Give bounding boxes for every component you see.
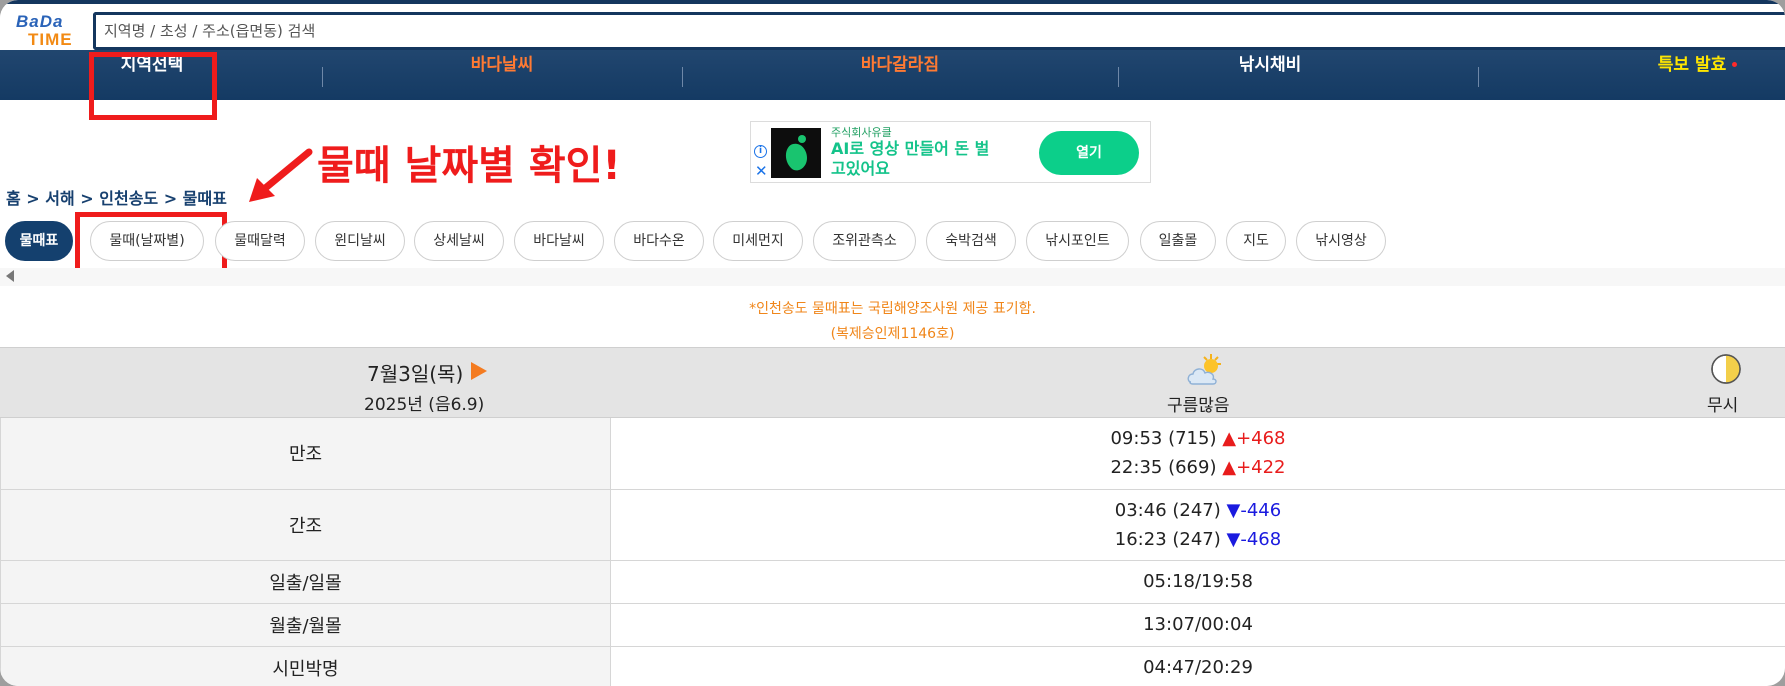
table-row: 시민박명 04:47/20:29 bbox=[0, 646, 1785, 686]
row-label-civil-twilight: 시민박명 bbox=[0, 646, 611, 686]
tab-fishing-point[interactable]: 낚시포인트 bbox=[1026, 221, 1129, 261]
nav-divider bbox=[1478, 67, 1479, 87]
sunrise-sunset-value: 05:18/19:58 bbox=[610, 560, 1785, 604]
logo-line2: TIME bbox=[28, 30, 73, 49]
tab-fishing-video[interactable]: 낚시영상 bbox=[1296, 221, 1386, 261]
notice-license: (복제승인제1146호) bbox=[830, 326, 955, 342]
tide-change: +422 bbox=[1236, 457, 1286, 479]
date-label: 7월3일(목) bbox=[367, 362, 464, 386]
search-box bbox=[93, 12, 1785, 50]
tide-entry: 03:46 (247) ▼-446 bbox=[611, 496, 1785, 525]
notice-source: *인천송도 물때표는 국립해양조사원 제공 표기함. bbox=[749, 301, 1036, 317]
annotation-text: 물때 날짜별 확인! bbox=[317, 143, 621, 189]
tide-entry: 16:23 (247) ▼-468 bbox=[611, 525, 1785, 554]
ad-banner[interactable]: i ✕ 주식회사유클 AI로 영상 만들어 돈 벌고있어요 열기 bbox=[750, 121, 1151, 183]
close-icon[interactable]: ✕ bbox=[755, 162, 768, 180]
tab-lodging-search[interactable]: 숙박검색 bbox=[926, 221, 1016, 261]
down-arrow-icon: ▼ bbox=[1226, 499, 1241, 521]
row-label-high-tide: 만조 bbox=[0, 418, 611, 490]
row-label-moonrise-moonset: 월출/월몰 bbox=[0, 603, 611, 647]
main-nav: 지역선택 바다날씨 바다갈라짐 낚시채비 특보 발효 bbox=[0, 50, 1785, 100]
ad-open-button[interactable]: 열기 bbox=[1039, 131, 1139, 175]
tide-time-level: 09:53 (715) bbox=[1110, 428, 1217, 450]
nav-sea-parting[interactable]: 바다갈라짐 bbox=[830, 50, 970, 100]
table-row: 월출/월몰 13:07/00:04 bbox=[0, 603, 1785, 647]
row-label-low-tide: 간조 bbox=[0, 489, 611, 561]
half-moon-icon bbox=[1711, 354, 1741, 384]
tab-sea-weather[interactable]: 바다날씨 bbox=[514, 221, 604, 261]
civil-twilight-value: 04:47/20:29 bbox=[610, 646, 1785, 686]
table-row: 간조 03:46 (247) ▼-446 16:23 (247) ▼-468 bbox=[0, 489, 1785, 561]
tab-tide-calendar[interactable]: 물때달력 bbox=[215, 221, 305, 261]
tab-tide-by-date[interactable]: 물때(날짜별) bbox=[90, 221, 204, 261]
down-arrow-icon: ▼ bbox=[1226, 528, 1241, 550]
up-arrow-icon: ▲ bbox=[1222, 457, 1237, 479]
weather-label: 구름많음 bbox=[1167, 396, 1230, 416]
alert-dot-icon bbox=[1732, 62, 1737, 67]
nav-divider bbox=[322, 67, 323, 87]
breadcrumb[interactable]: 홈 > 서해 > 인천송도 > 물때표 bbox=[6, 185, 227, 209]
nav-divider bbox=[682, 67, 683, 87]
tide-change: +468 bbox=[1236, 428, 1286, 450]
site-logo[interactable]: BaDa TIME bbox=[14, 12, 84, 50]
top-bar: BaDa TIME bbox=[0, 0, 1785, 50]
ad-advertiser: 주식회사유클 bbox=[831, 126, 892, 139]
high-tide-values: 09:53 (715) ▲+468 22:35 (669) ▲+422 bbox=[610, 418, 1785, 490]
page-frame: BaDa TIME 지역선택 바다날씨 바다갈라짐 낚시채비 특보 발효 물때 … bbox=[0, 0, 1785, 686]
tab-tide-table[interactable]: 물때표 bbox=[5, 221, 73, 261]
nav-sea-weather[interactable]: 바다날씨 bbox=[440, 50, 564, 100]
tide-entry: 09:53 (715) ▲+468 bbox=[611, 424, 1785, 453]
tab-detail-weather[interactable]: 상세날씨 bbox=[414, 221, 504, 261]
info-icon[interactable]: i bbox=[754, 145, 767, 158]
tab-sea-temperature[interactable]: 바다수온 bbox=[614, 221, 704, 261]
nav-fishing-tackle[interactable]: 낚시채비 bbox=[1208, 50, 1332, 100]
search-input[interactable] bbox=[96, 15, 1785, 47]
up-arrow-icon: ▲ bbox=[1222, 428, 1237, 450]
annotation-box-region bbox=[89, 52, 217, 120]
tab-map[interactable]: 지도 bbox=[1226, 221, 1286, 261]
moon-phase-label: 무시 bbox=[1707, 396, 1739, 416]
tab-tide-station[interactable]: 조위관측소 bbox=[813, 221, 916, 261]
tide-change: -446 bbox=[1240, 499, 1282, 521]
day-header: 7월3일(목) 2025년 (음6.9) 구름많음 무시 bbox=[0, 347, 1785, 418]
tide-entry: 22:35 (669) ▲+422 bbox=[611, 453, 1785, 482]
next-day-arrow-icon[interactable] bbox=[471, 362, 487, 380]
tab-scroll-strip bbox=[0, 268, 1785, 286]
row-label-sunrise-sunset: 일출/일몰 bbox=[0, 560, 611, 604]
tab-sunrise-sunset[interactable]: 일출몰 bbox=[1140, 221, 1216, 261]
partly-cloudy-icon bbox=[1187, 354, 1221, 385]
table-row: 만조 09:53 (715) ▲+468 22:35 (669) ▲+422 bbox=[0, 418, 1785, 490]
year-lunar-label: 2025년 (음6.9) bbox=[364, 395, 485, 415]
tab-windy-weather[interactable]: 윈디날씨 bbox=[315, 221, 405, 261]
moonrise-moonset-value: 13:07/00:04 bbox=[610, 603, 1785, 647]
tide-time-level: 03:46 (247) bbox=[1114, 499, 1221, 521]
tide-time-level: 16:23 (247) bbox=[1114, 528, 1221, 550]
nav-weather-alert[interactable]: 특보 발효 bbox=[1650, 50, 1734, 100]
tide-change: -468 bbox=[1240, 528, 1282, 550]
ad-headline[interactable]: AI로 영상 만들어 돈 벌고있어요 bbox=[831, 139, 1001, 179]
tide-time-level: 22:35 (669) bbox=[1110, 457, 1217, 479]
table-row: 일출/일몰 05:18/19:58 bbox=[0, 560, 1785, 604]
nav-divider bbox=[1118, 67, 1119, 87]
logo-line1: BaDa bbox=[16, 12, 64, 31]
tab-fine-dust[interactable]: 미세먼지 bbox=[713, 221, 803, 261]
low-tide-values: 03:46 (247) ▼-446 16:23 (247) ▼-468 bbox=[610, 489, 1785, 561]
annotation-arrow-icon bbox=[249, 148, 313, 202]
ad-thumbnail[interactable] bbox=[771, 128, 821, 178]
scroll-left-icon[interactable] bbox=[6, 270, 14, 282]
tide-table: 만조 09:53 (715) ▲+468 22:35 (669) ▲+422 간… bbox=[0, 418, 1785, 686]
